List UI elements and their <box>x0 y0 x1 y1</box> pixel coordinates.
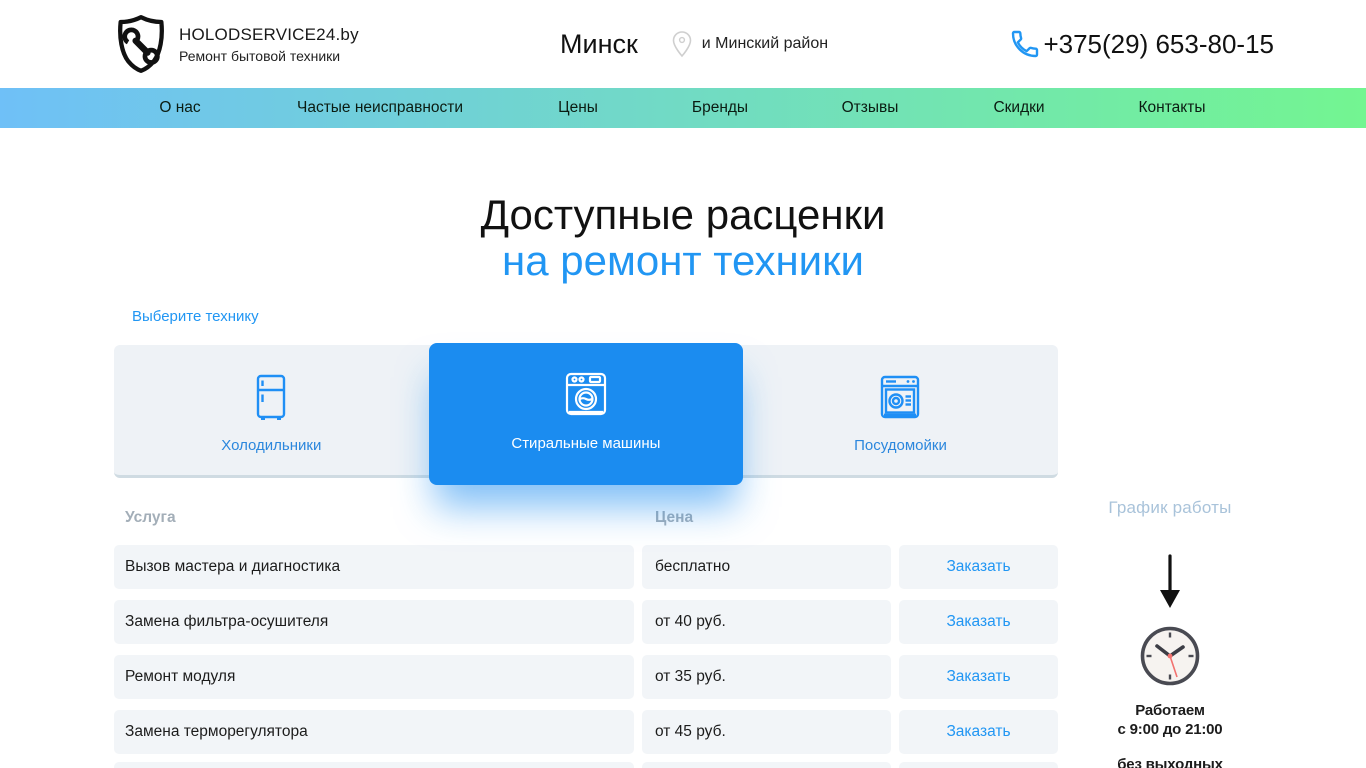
nav-item-contacts[interactable]: Контакты <box>1139 88 1206 128</box>
work-hours: с 9:00 до 21:00 <box>1117 721 1223 738</box>
nav-item-brands[interactable]: Бренды <box>692 88 748 128</box>
table-row: Замена фильтра-осушителя от 40 руб. Зака… <box>114 600 1058 644</box>
clock-icon <box>1140 626 1200 686</box>
work-schedule: График работы Работаем с 9:00 до 21:00 б… <box>1080 498 1260 768</box>
price-table-header: Услуга Цена <box>114 505 1058 531</box>
service-price: бесплатно <box>642 545 891 589</box>
header: HOLODSERVICE24.by Ремонт бытовой техники… <box>0 0 1366 88</box>
table-row-partial <box>114 762 1058 768</box>
work-days: без выходных <box>1117 756 1223 768</box>
logo[interactable]: HOLODSERVICE24.by Ремонт бытовой техники <box>113 14 359 74</box>
table-row: Вызов мастера и диагностика бесплатно За… <box>114 545 1058 589</box>
region-label: и Минский район <box>701 35 829 52</box>
tab-label: Холодильники <box>221 437 322 454</box>
work-label: Работаем <box>1135 702 1205 719</box>
nav-item-prices[interactable]: Цены <box>558 88 598 128</box>
tab-dishwashers[interactable]: Посудомойки <box>743 345 1058 475</box>
order-link[interactable]: Заказать <box>946 613 1010 631</box>
location-block: Минск и Минский район <box>560 0 828 88</box>
nav-item-reviews[interactable]: Отзывы <box>842 88 899 128</box>
order-link[interactable]: Заказать <box>946 668 1010 686</box>
order-link[interactable]: Заказать <box>946 558 1010 576</box>
schedule-title: График работы <box>1108 498 1232 517</box>
page-title-line1: Доступные расценки <box>480 191 886 238</box>
service-price: от 45 руб. <box>642 710 891 754</box>
table-row: Замена терморегулятора от 45 руб. Заказа… <box>114 710 1058 754</box>
table-row: Ремонт модуля от 35 руб. Заказать <box>114 655 1058 699</box>
location-pin-icon <box>672 31 692 58</box>
order-link[interactable]: Заказать <box>946 723 1010 741</box>
shield-wrench-logo-icon <box>118 15 164 73</box>
city-label: Минск <box>560 28 638 59</box>
logo-subtitle: Ремонт бытовой техники <box>179 47 341 64</box>
logo-text: HOLODSERVICE24.by Ремонт бытовой техники <box>179 25 359 64</box>
arrow-down-icon <box>1160 554 1180 608</box>
main-nav: О нас Частые неисправности Цены Бренды О… <box>0 88 1366 128</box>
phone-number[interactable]: +375(29) 653-80-15 <box>1043 29 1274 60</box>
service-name: Замена фильтра-осушителя <box>114 600 634 644</box>
dishwasher-icon <box>881 375 920 419</box>
service-price: от 40 руб. <box>642 600 891 644</box>
tab-label: Посудомойки <box>854 437 947 454</box>
service-price: от 35 руб. <box>642 655 891 699</box>
choose-appliance-label: Выберите технику <box>132 308 259 325</box>
nav-item-discounts[interactable]: Скидки <box>993 88 1044 128</box>
service-name <box>114 762 634 768</box>
appliance-tabs: Холодильники Стиральные машины Посудомой… <box>114 343 1058 485</box>
column-service: Услуга <box>125 509 176 526</box>
service-price <box>642 762 891 768</box>
service-name: Вызов мастера и диагностика <box>114 545 634 589</box>
nav-item-faults[interactable]: Частые неисправности <box>297 88 463 128</box>
tab-washing-machines[interactable]: Стиральные машины <box>428 343 744 485</box>
phone-icon <box>1012 30 1039 58</box>
fridge-icon <box>257 374 286 420</box>
phone-block[interactable]: +375(29) 653-80-15 <box>1009 0 1274 88</box>
service-name: Замена терморегулятора <box>114 710 634 754</box>
washing-machine-icon <box>565 372 606 416</box>
column-price: Цена <box>655 509 694 526</box>
tab-fridges[interactable]: Холодильники <box>114 345 429 475</box>
page: HOLODSERVICE24.by Ремонт бытовой техники… <box>0 0 1366 768</box>
page-title: Доступные расценки на ремонт техники <box>0 192 1366 284</box>
nav-item-about[interactable]: О нас <box>159 88 200 128</box>
tab-label: Стиральные машины <box>511 435 661 452</box>
logo-title: HOLODSERVICE24.by <box>179 24 359 44</box>
page-title-line2: на ремонт техники <box>502 237 864 284</box>
service-name: Ремонт модуля <box>114 655 634 699</box>
